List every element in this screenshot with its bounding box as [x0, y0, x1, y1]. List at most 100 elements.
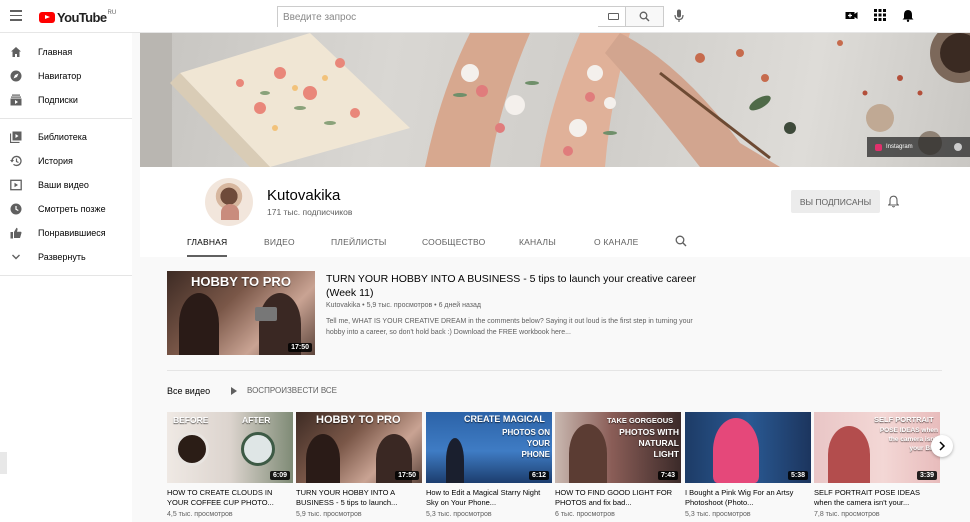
video-meta: 7,8 тыс. просмотров [814, 511, 880, 518]
video-meta: 6 тыс. просмотров [555, 511, 615, 518]
video-duration: 6:09 [269, 471, 290, 480]
sidebar-item-label: Смотреть позже [38, 204, 106, 214]
video-duration: 3:39 [916, 471, 937, 480]
channel-avatar[interactable] [205, 178, 253, 226]
microphone-icon[interactable] [674, 9, 684, 23]
thumb-figure [446, 438, 464, 483]
shelf-next-button[interactable] [931, 435, 953, 457]
tab-videos[interactable]: ВИДЕО [264, 237, 295, 257]
chevron-down-icon [12, 254, 20, 260]
video-thumbnail[interactable]: SELF PORTRAIT POSE IDEAS when the camera… [814, 412, 940, 483]
video-title[interactable]: HOW TO CREATE CLOUDS IN YOUR COFFEE CUP … [167, 488, 293, 508]
tab-community[interactable]: СООБЩЕСТВО [422, 237, 485, 257]
logo-region: RU [107, 9, 117, 16]
sidebar-item-your-videos[interactable]: Ваши видео [0, 173, 132, 197]
video-card[interactable]: TAKE GORGEOUS PHOTOS WITH NATURAL LIGHT … [555, 412, 681, 518]
thumbnail-text: BEFORE [173, 415, 209, 425]
thumb-figure [828, 426, 870, 483]
sidebar: Главная Навигатор Подписки Библиотека Ис… [0, 33, 132, 522]
search-input[interactable] [278, 8, 598, 27]
play-all-button[interactable]: ВОСПРОИЗВЕСТИ ВСЕ [231, 386, 337, 395]
apps-grid-icon[interactable] [874, 9, 886, 21]
section-title[interactable]: Все видео [167, 386, 210, 396]
youtube-play-icon [39, 12, 55, 23]
video-thumbnail[interactable]: 5:38 [685, 412, 811, 483]
sidebar-item-history[interactable]: История [0, 149, 132, 173]
compass-icon [10, 70, 22, 82]
video-card[interactable]: SELF PORTRAIT POSE IDEAS when the camera… [814, 412, 940, 518]
video-title[interactable]: I Bought a Pink Wig For an Artsy Photosh… [685, 488, 811, 508]
camera-graphic [255, 307, 277, 321]
video-thumbnail[interactable]: BEFORE AFTER 6:09 [167, 412, 293, 483]
thumb-figure [179, 293, 219, 355]
thumb-figure [306, 434, 340, 483]
channel-name: Kutovakika [267, 187, 341, 204]
tab-channels[interactable]: КАНАЛЫ [519, 237, 556, 257]
sidebar-item-label: Библиотека [38, 132, 87, 142]
video-title[interactable]: SELF PORTRAIT POSE IDEAS when the camera… [814, 488, 940, 508]
sidebar-scroll-handle[interactable] [0, 452, 7, 474]
featured-video-title[interactable]: TURN YOUR HOBBY INTO A BUSINESS - 5 tips… [326, 272, 706, 300]
play-icon [231, 386, 237, 395]
youtube-logo[interactable]: YouTube RU [39, 10, 116, 25]
sidebar-item-label: Понравившиеся [38, 228, 106, 238]
sidebar-item-watch-later[interactable]: Смотреть позже [0, 197, 132, 221]
instagram-icon [875, 143, 882, 151]
thumbnail-text: CREATE MAGICAL [464, 414, 545, 424]
tab-about[interactable]: О КАНАЛЕ [594, 237, 638, 257]
create-video-icon[interactable] [845, 9, 858, 22]
video-title[interactable]: TURN YOUR HOBBY INTO A BUSINESS - 5 tips… [296, 488, 422, 508]
pink-wig-graphic [713, 418, 759, 483]
sidebar-item-expand[interactable]: Развернуть [0, 245, 132, 269]
tab-home[interactable]: ГЛАВНАЯ [187, 237, 228, 257]
video-duration: 17:50 [395, 471, 419, 480]
sidebar-item-library[interactable]: Библиотека [0, 125, 132, 149]
your-videos-icon [10, 179, 22, 191]
video-thumbnail[interactable]: HOBBY TO PRO 17:50 [296, 412, 422, 483]
notification-bell-icon[interactable] [888, 195, 899, 208]
video-duration: 7:43 [657, 471, 678, 480]
notifications-bell-icon[interactable] [902, 9, 914, 22]
video-card[interactable]: CREATE MAGICAL PHOTOS ON YOUR PHONE 6:12… [426, 412, 552, 518]
subscribed-button[interactable]: ВЫ ПОДПИСАНЫ [791, 190, 880, 213]
link-dot-icon [954, 143, 962, 151]
sidebar-item-label: Навигатор [38, 71, 82, 81]
watch-later-icon [10, 203, 22, 215]
video-card[interactable]: BEFORE AFTER 6:09 HOW TO CREATE CLOUDS I… [167, 412, 293, 518]
video-thumbnail[interactable]: CREATE MAGICAL PHOTOS ON YOUR PHONE 6:12 [426, 412, 552, 483]
sidebar-item-liked[interactable]: Понравившиеся [0, 221, 132, 245]
search-box [277, 6, 626, 27]
keyboard-icon[interactable] [608, 13, 619, 20]
sidebar-item-home[interactable]: Главная [0, 40, 132, 64]
instagram-link[interactable]: Instagram [867, 137, 970, 157]
section-divider [167, 370, 942, 371]
video-title[interactable]: HOW TO FIND GOOD LIGHT FOR PHOTOS and fi… [555, 488, 681, 508]
sidebar-item-label: Ваши видео [38, 180, 89, 190]
chevron-right-icon [939, 441, 946, 451]
video-thumbnail[interactable]: TAKE GORGEOUS PHOTOS WITH NATURAL LIGHT … [555, 412, 681, 483]
play-all-label: ВОСПРОИЗВЕСТИ ВСЕ [247, 386, 338, 395]
video-meta: 5,3 тыс. просмотров [426, 511, 492, 518]
featured-video-thumbnail[interactable]: HOBBY TO PRO 17:50 [167, 271, 315, 355]
video-duration: 5:38 [787, 471, 808, 480]
sidebar-divider [0, 118, 132, 119]
sidebar-divider [0, 275, 132, 276]
sidebar-item-subscriptions[interactable]: Подписки [0, 88, 132, 112]
video-meta: 5,9 тыс. просмотров [296, 511, 362, 518]
featured-video-description: Tell me, WHAT IS YOUR CREATIVE DREAM in … [326, 318, 693, 336]
thumbnail-text: PHOTOS ON YOUR PHONE [502, 428, 550, 459]
channel-header: Kutovakika 171 тыс. подписчиков ВЫ ПОДПИ… [140, 167, 970, 257]
sidebar-item-label: История [38, 156, 73, 166]
sidebar-item-explore[interactable]: Навигатор [0, 64, 132, 88]
video-card[interactable]: 5:38 I Bought a Pink Wig For an Artsy Ph… [685, 412, 811, 518]
video-title[interactable]: How to Edit a Magical Starry Night Sky o… [426, 488, 552, 508]
thumbnail-text: SELF PORTRAIT [874, 415, 934, 424]
tab-playlists[interactable]: ПЛЕЙЛИСТЫ [331, 237, 387, 257]
subscriptions-icon [10, 94, 22, 106]
search-button[interactable] [626, 6, 664, 27]
video-card[interactable]: HOBBY TO PRO 17:50 TURN YOUR HOBBY INTO … [296, 412, 422, 518]
video-duration: 17:50 [288, 343, 312, 352]
channel-search-icon[interactable] [675, 235, 687, 247]
video-meta: 4,5 тыс. просмотров [167, 511, 233, 518]
menu-icon[interactable] [10, 10, 22, 21]
